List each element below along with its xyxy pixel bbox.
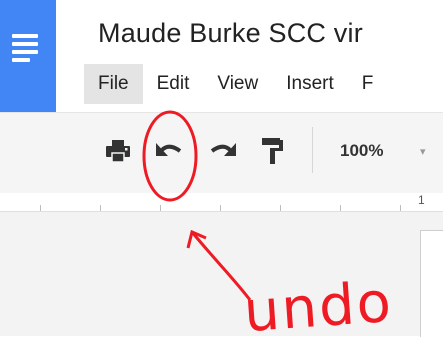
- docs-logo-line: [12, 58, 30, 62]
- print-button[interactable]: [101, 134, 135, 168]
- redo-button[interactable]: [206, 134, 240, 168]
- toolbar-separator: [312, 127, 313, 173]
- ruler-tick: [340, 205, 341, 211]
- docs-logo-line: [12, 42, 38, 46]
- ruler-tick: [400, 205, 401, 211]
- annotation-undo-label: undo: [241, 269, 395, 345]
- menu-file[interactable]: File: [84, 64, 143, 104]
- menu-format[interactable]: F: [348, 64, 388, 104]
- zoom-dropdown-icon[interactable]: ▾: [420, 145, 426, 158]
- menu-view[interactable]: View: [203, 64, 272, 104]
- ruler-tick: [40, 205, 41, 211]
- zoom-select[interactable]: 100%: [340, 141, 383, 161]
- docs-logo-icon[interactable]: [0, 0, 56, 112]
- ruler-tick: [220, 205, 221, 211]
- print-icon: [106, 140, 130, 163]
- document-title[interactable]: Maude Burke SCC vir: [98, 18, 363, 49]
- paint-format-button[interactable]: [255, 134, 289, 168]
- menu-insert[interactable]: Insert: [272, 64, 348, 104]
- undo-button[interactable]: [152, 134, 186, 168]
- paint-format-icon: [262, 138, 283, 164]
- docs-logo-line: [12, 50, 38, 54]
- undo-icon: [156, 143, 182, 156]
- ruler-tick: [160, 205, 161, 211]
- docs-logo-line: [12, 34, 38, 38]
- document-page[interactable]: [420, 230, 443, 337]
- menu-edit[interactable]: Edit: [143, 64, 204, 104]
- ruler-tick: [280, 205, 281, 211]
- ruler-tick: [100, 205, 101, 211]
- redo-icon: [210, 143, 236, 156]
- toolbar: 100% ▾: [0, 112, 443, 194]
- menu-bar: File Edit View Insert F: [84, 64, 387, 104]
- ruler[interactable]: 1: [0, 193, 443, 212]
- ruler-number: 1: [418, 193, 425, 207]
